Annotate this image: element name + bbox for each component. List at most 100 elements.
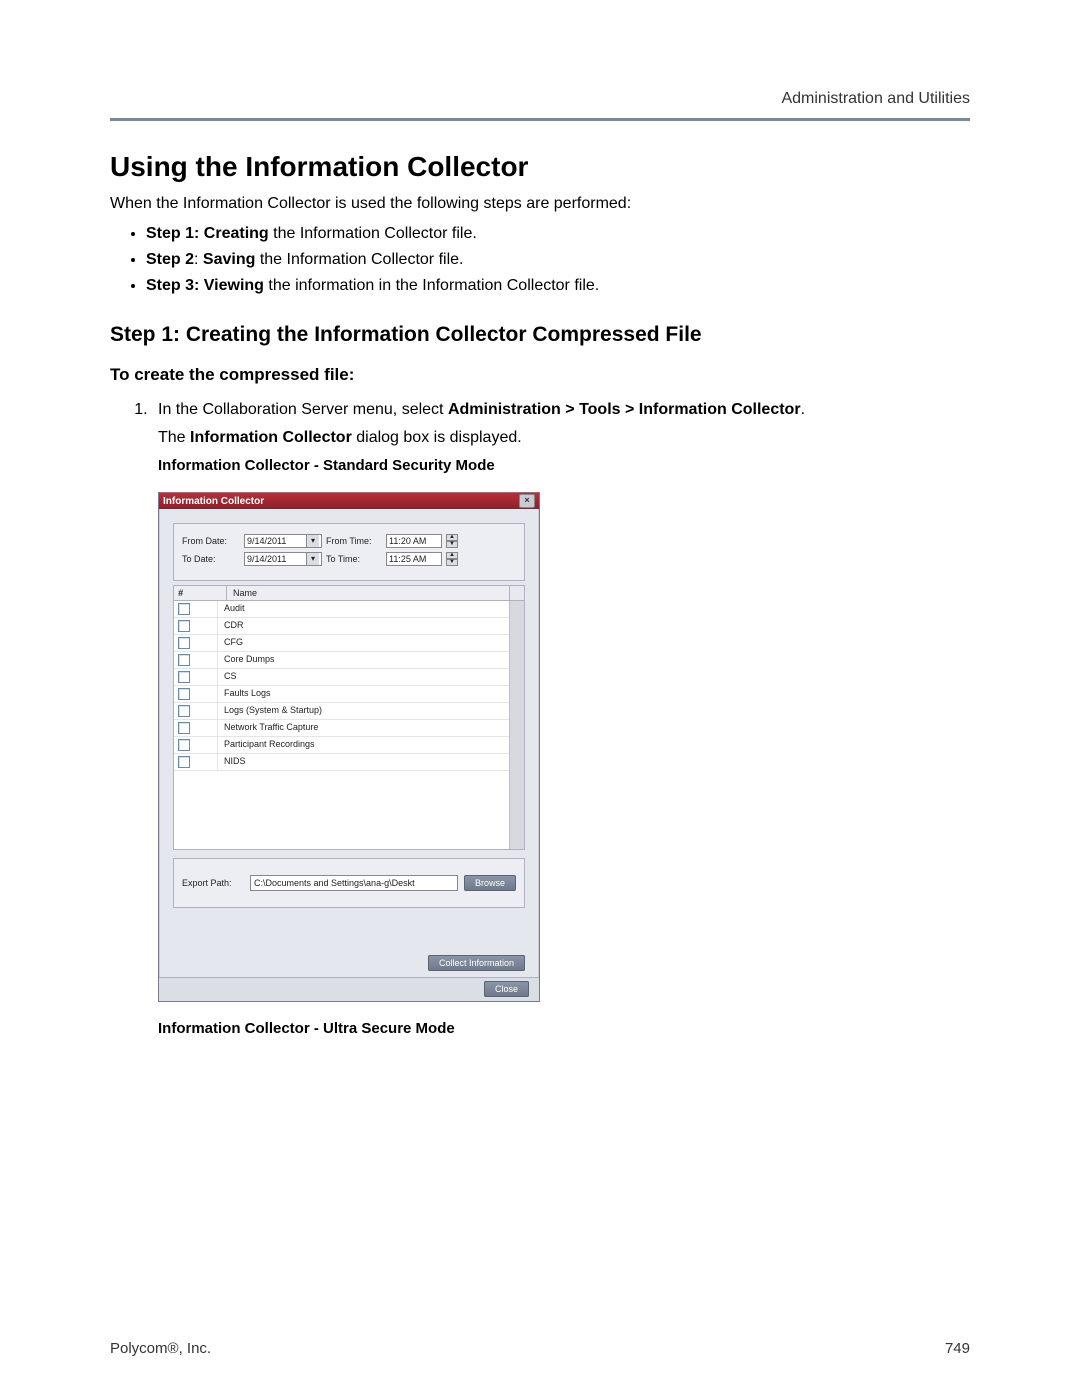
from-time-input[interactable]: 11:20 AM xyxy=(386,534,442,548)
from-date-label: From Date: xyxy=(182,536,240,546)
chevron-down-icon[interactable]: ▾ xyxy=(306,535,319,547)
step2-rest: the Information Collector file. xyxy=(255,251,463,268)
list-item-name: CDR xyxy=(218,618,509,634)
checkbox[interactable] xyxy=(178,722,190,734)
step1-rest: the Information Collector file. xyxy=(269,225,477,242)
list-blank-area xyxy=(174,771,509,849)
dialog-titlebar: Information Collector × xyxy=(159,493,539,509)
list-item[interactable]: CFG xyxy=(174,635,509,652)
export-panel: Export Path: C:\Documents and Settings\a… xyxy=(173,858,525,908)
step2-bold1: Step 2 xyxy=(146,251,194,268)
caption-standard: Information Collector - Standard Securit… xyxy=(158,457,970,474)
checkbox[interactable] xyxy=(178,688,190,700)
to-date-input[interactable]: 9/14/2011 ▾ xyxy=(244,552,322,566)
checkbox[interactable] xyxy=(178,620,190,632)
step-bullet-1: Step 1: Creating the Information Collect… xyxy=(146,225,970,243)
checkbox[interactable] xyxy=(178,705,190,717)
proc1-lead: In the Collaboration Server menu, select xyxy=(158,401,448,418)
checkbox-cell[interactable] xyxy=(174,652,218,668)
checkbox[interactable] xyxy=(178,739,190,751)
step1-bold: Step 1: Creating xyxy=(146,225,269,242)
proc1-bold: Administration > Tools > Information Col… xyxy=(448,401,801,418)
footer-page-number: 749 xyxy=(945,1340,970,1357)
date-panel: From Date: 9/14/2011 ▾ From Time: 11:20 … xyxy=(173,523,525,581)
dialog-screenshot: Information Collector × From Date: 9/14/… xyxy=(158,492,540,1002)
list-item[interactable]: Audit xyxy=(174,601,509,618)
step1-heading: Step 1: Creating the Information Collect… xyxy=(110,323,970,347)
list-item[interactable]: CDR xyxy=(174,618,509,635)
to-date-value: 9/14/2011 xyxy=(247,554,286,564)
list-item[interactable]: Network Traffic Capture xyxy=(174,720,509,737)
col-header-check[interactable]: # xyxy=(174,586,227,600)
header-rule xyxy=(110,118,970,121)
checkbox-cell[interactable] xyxy=(174,669,218,685)
list-item-name: Faults Logs xyxy=(218,686,509,702)
dialog-title: Information Collector xyxy=(163,496,264,507)
checkbox-cell[interactable] xyxy=(174,618,218,634)
collect-information-button[interactable]: Collect Information xyxy=(428,955,525,971)
to-time-label: To Time: xyxy=(326,554,382,564)
chevron-down-icon[interactable]: ▾ xyxy=(306,553,319,565)
list-item[interactable]: Participant Recordings xyxy=(174,737,509,754)
list-item-name: CFG xyxy=(218,635,509,651)
export-path-input[interactable]: C:\Documents and Settings\ana-g\Deskt xyxy=(250,875,458,891)
list-item-name: CS xyxy=(218,669,509,685)
to-date-label: To Date: xyxy=(182,554,240,564)
items-list: # Name AuditCDRCFGCore DumpsCSFaults Log… xyxy=(173,585,525,850)
checkbox-cell[interactable] xyxy=(174,601,218,617)
checkbox[interactable] xyxy=(178,756,190,768)
page-title: Using the Information Collector xyxy=(110,151,970,183)
checkbox-cell[interactable] xyxy=(174,635,218,651)
checkbox-cell[interactable] xyxy=(174,737,218,753)
footer-company: Polycom®, Inc. xyxy=(110,1340,211,1357)
from-time-spinner[interactable]: ▲▼ xyxy=(446,534,458,548)
list-item[interactable]: CS xyxy=(174,669,509,686)
list-item[interactable]: Logs (System & Startup) xyxy=(174,703,509,720)
close-icon[interactable]: × xyxy=(519,494,535,508)
step-bullet-2: Step 2: Saving the Information Collector… xyxy=(146,251,970,269)
checkbox[interactable] xyxy=(178,637,190,649)
proc1b-tail: dialog box is displayed. xyxy=(352,429,522,446)
scrollbar-header xyxy=(510,586,524,600)
from-date-input[interactable]: 9/14/2011 ▾ xyxy=(244,534,322,548)
header-section: Administration and Utilities xyxy=(110,90,970,108)
export-path-label: Export Path: xyxy=(182,878,244,888)
checkbox-cell[interactable] xyxy=(174,754,218,770)
from-date-value: 9/14/2011 xyxy=(247,536,286,546)
subtask-heading: To create the compressed file: xyxy=(110,365,970,385)
close-button[interactable]: Close xyxy=(484,981,529,997)
checkbox-cell[interactable] xyxy=(174,686,218,702)
list-item-name: Audit xyxy=(218,601,509,617)
steps-list: Step 1: Creating the Information Collect… xyxy=(110,225,970,295)
list-item[interactable]: NIDS xyxy=(174,754,509,771)
scrollbar[interactable] xyxy=(509,601,524,849)
checkbox-cell[interactable] xyxy=(174,720,218,736)
from-time-label: From Time: xyxy=(326,536,382,546)
step2-bold2: Saving xyxy=(203,251,255,268)
to-time-spinner[interactable]: ▲▼ xyxy=(446,552,458,566)
caption-ultra: Information Collector - Ultra Secure Mod… xyxy=(158,1020,970,1037)
list-item[interactable]: Core Dumps xyxy=(174,652,509,669)
procedure-item-1: In the Collaboration Server menu, select… xyxy=(152,401,970,419)
list-item-name: Logs (System & Startup) xyxy=(218,703,509,719)
checkbox-cell[interactable] xyxy=(174,703,218,719)
proc1b-text: The Information Collector dialog box is … xyxy=(158,429,970,447)
list-item[interactable]: Faults Logs xyxy=(174,686,509,703)
col-header-name[interactable]: Name xyxy=(227,586,510,600)
checkbox[interactable] xyxy=(178,654,190,666)
step-bullet-3: Step 3: Viewing the information in the I… xyxy=(146,277,970,295)
to-time-input[interactable]: 11:25 AM xyxy=(386,552,442,566)
step3-rest: the information in the Information Colle… xyxy=(264,277,599,294)
procedure-list: In the Collaboration Server menu, select… xyxy=(110,401,970,419)
browse-button[interactable]: Browse xyxy=(464,875,516,891)
proc1-tail: . xyxy=(801,401,805,418)
step3-bold: Step 3: Viewing xyxy=(146,277,264,294)
list-item-name: Network Traffic Capture xyxy=(218,720,509,736)
step2-mid: : xyxy=(194,251,203,268)
list-item-name: Participant Recordings xyxy=(218,737,509,753)
checkbox[interactable] xyxy=(178,671,190,683)
list-item-name: NIDS xyxy=(218,754,509,770)
proc1b-lead: The xyxy=(158,429,190,446)
checkbox[interactable] xyxy=(178,603,190,615)
list-item-name: Core Dumps xyxy=(218,652,509,668)
